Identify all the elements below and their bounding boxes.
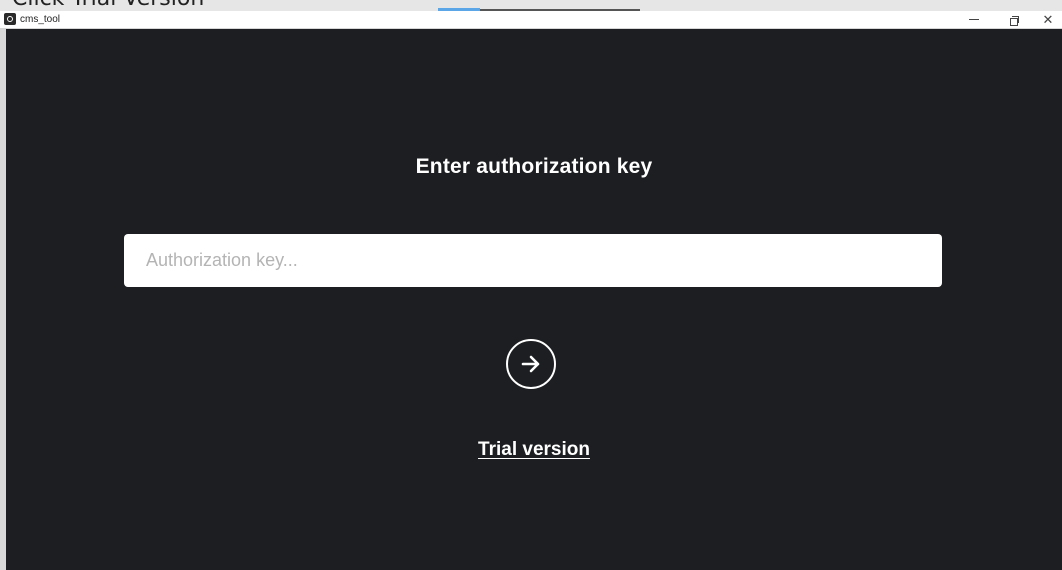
authorization-key-input[interactable] bbox=[124, 234, 942, 287]
trial-version-container: Trial version bbox=[6, 439, 1062, 461]
maximize-button[interactable] bbox=[994, 11, 1034, 28]
restore-icon bbox=[1010, 15, 1019, 26]
window-title: cms_tool bbox=[20, 14, 61, 25]
minimize-icon bbox=[969, 19, 979, 20]
app-logo-icon bbox=[4, 13, 16, 25]
trial-version-link[interactable]: Trial version bbox=[478, 439, 590, 460]
submit-button[interactable] bbox=[506, 339, 556, 389]
caption-strip: Click Trial Version bbox=[0, 0, 1062, 11]
auth-screen: Enter authorization key Trial version bbox=[6, 29, 1062, 570]
arrow-right-icon bbox=[521, 355, 540, 373]
window-titlebar: cms_tool ✕ bbox=[0, 11, 1062, 29]
page-title: Enter authorization key bbox=[415, 155, 653, 178]
close-icon: ✕ bbox=[1042, 12, 1054, 27]
close-button[interactable]: ✕ bbox=[1034, 11, 1062, 28]
caption-text: Click Trial Version bbox=[12, 0, 204, 11]
minimize-button[interactable] bbox=[954, 11, 994, 28]
